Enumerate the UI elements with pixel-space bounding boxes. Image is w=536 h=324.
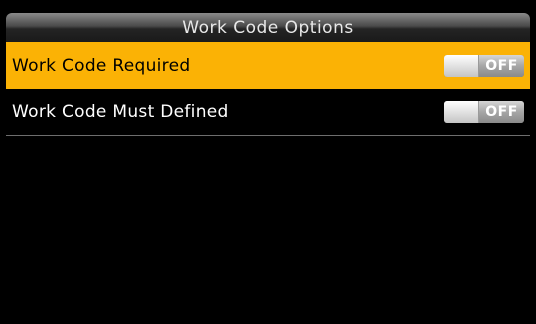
work-code-required-toggle[interactable]: OFF [444,54,524,77]
page-title: Work Code Options [182,17,354,38]
device-screen: Work Code Options Work Code Required OFF… [0,0,536,324]
options-list: Work Code Required OFF Work Code Must De… [6,42,530,136]
option-work-code-required[interactable]: Work Code Required OFF [6,42,530,89]
option-label: Work Code Required [12,55,191,76]
title-bar: Work Code Options [6,13,530,42]
option-label: Work Code Must Defined [12,102,229,122]
toggle-state-label: OFF [479,54,524,77]
toggle-knob [444,54,479,77]
work-code-must-defined-toggle[interactable]: OFF [444,101,524,123]
toggle-state-label: OFF [479,101,524,123]
option-work-code-must-defined[interactable]: Work Code Must Defined OFF [6,89,530,136]
toggle-knob [444,101,479,123]
